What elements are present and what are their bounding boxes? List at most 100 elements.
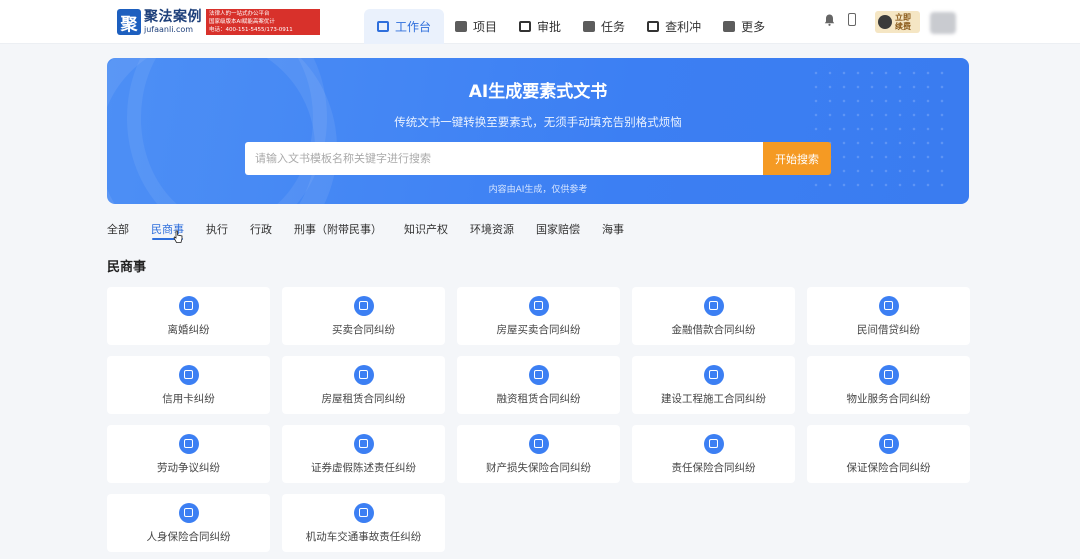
- icon-glyph: [709, 439, 718, 448]
- bell-icon[interactable]: [824, 14, 835, 26]
- section-title: 民商事: [107, 260, 147, 275]
- icon-glyph: [884, 370, 893, 379]
- user-avatar[interactable]: [930, 12, 956, 34]
- heart-shield-icon: [178, 295, 199, 316]
- case-type-card[interactable]: 融资租赁合同纠纷: [457, 356, 620, 414]
- logo-text: 聚法案例 jufaanli.com: [144, 10, 202, 34]
- card-label: 保证保险合同纠纷: [846, 461, 931, 474]
- banner-line-3: 电话：400-151-5455/173-0911: [209, 27, 293, 33]
- shield-icon: [703, 433, 724, 454]
- case-type-card[interactable]: 证券虚假陈述责任纠纷: [282, 425, 445, 483]
- vip-renew-button[interactable]: 立即 续费: [875, 11, 920, 33]
- template-search-input[interactable]: [245, 142, 763, 175]
- tab-8[interactable]: 海事: [602, 221, 624, 243]
- case-type-card[interactable]: 保证保险合同纠纷: [807, 425, 970, 483]
- logo-name: 聚法案例: [144, 9, 202, 25]
- tab-2[interactable]: 执行: [206, 221, 228, 243]
- case-type-card[interactable]: 信用卡纠纷: [107, 356, 270, 414]
- case-type-card[interactable]: 民间借贷纠纷: [807, 287, 970, 345]
- clipboard-icon: [878, 364, 899, 385]
- card-label: 金融借款合同纠纷: [671, 323, 756, 336]
- house-icon: [353, 364, 374, 385]
- nav-item-5[interactable]: 更多: [712, 9, 776, 44]
- icon-glyph: [184, 508, 193, 517]
- logo-mark: 聚: [117, 9, 141, 35]
- car-icon: [353, 502, 374, 523]
- case-type-card[interactable]: 买卖合同纠纷: [282, 287, 445, 345]
- tab-5[interactable]: 知识产权: [404, 221, 448, 243]
- icon-glyph: [184, 439, 193, 448]
- shield-icon: [878, 433, 899, 454]
- case-type-card[interactable]: 建设工程施工合同纠纷: [632, 356, 795, 414]
- nav-item-3[interactable]: 任务: [572, 9, 636, 44]
- card-label: 民间借贷纠纷: [857, 323, 920, 336]
- case-type-card[interactable]: 机动车交通事故责任纠纷: [282, 494, 445, 552]
- card-label: 房屋买卖合同纠纷: [496, 323, 581, 336]
- nav-item-label: 任务: [601, 20, 626, 34]
- building-icon: [703, 364, 724, 385]
- vip-line-2: 续费: [895, 22, 911, 31]
- card-label: 信用卡纠纷: [162, 392, 215, 405]
- monitor-icon: [377, 21, 389, 32]
- case-type-card[interactable]: 人身保险合同纠纷: [107, 494, 270, 552]
- case-type-card[interactable]: 责任保险合同纠纷: [632, 425, 795, 483]
- icon-glyph: [359, 439, 368, 448]
- hero-subtitle: 传统文书一键转换至要素式，无须手动填充告别格式烦恼: [394, 115, 682, 129]
- nav-item-label: 项目: [473, 20, 498, 34]
- nav-item-label: 更多: [741, 20, 766, 34]
- tab-6[interactable]: 环境资源: [470, 221, 514, 243]
- case-type-card[interactable]: 金融借款合同纠纷: [632, 287, 795, 345]
- hero-title: AI生成要素式文书: [468, 82, 608, 102]
- tab-3[interactable]: 行政: [250, 221, 272, 243]
- icon-glyph: [534, 370, 543, 379]
- banner-line-1: 法律人的一站式办公平台: [209, 11, 270, 17]
- case-type-card[interactable]: 离婚纠纷: [107, 287, 270, 345]
- card-label: 劳动争议纠纷: [157, 461, 220, 474]
- card-label: 房屋租赁合同纠纷: [321, 392, 406, 405]
- check-icon: [647, 21, 660, 32]
- tab-0[interactable]: 全部: [107, 221, 129, 243]
- icon-glyph: [534, 301, 543, 310]
- card-label: 买卖合同纠纷: [332, 323, 395, 336]
- tab-4[interactable]: 刑事（附带民事）: [294, 221, 382, 243]
- diamond-icon: [878, 15, 892, 29]
- icon-glyph: [359, 301, 368, 310]
- nav-item-4[interactable]: 查利冲: [636, 9, 712, 44]
- icon-glyph: [534, 439, 543, 448]
- nav-item-2[interactable]: 审批: [508, 9, 572, 44]
- mobile-icon[interactable]: [848, 13, 856, 26]
- case-type-card[interactable]: 物业服务合同纠纷: [807, 356, 970, 414]
- case-type-card[interactable]: 劳动争议纠纷: [107, 425, 270, 483]
- ai-document-hero: AI生成要素式文书 传统文书一键转换至要素式，无须手动填充告别格式烦恼 开始搜索…: [107, 58, 969, 204]
- icon-glyph: [184, 370, 193, 379]
- case-type-grid: 离婚纠纷 买卖合同纠纷 房屋买卖合同纠纷 金融借款合同纠纷 民间借贷纠纷信用卡纠纷 房屋租…: [107, 287, 970, 552]
- icon-glyph: [359, 370, 368, 379]
- mouse-cursor-icon: [173, 230, 183, 243]
- case-type-card[interactable]: 房屋租赁合同纠纷: [282, 356, 445, 414]
- logo-banner: 法律人的一站式办公平台 国家级版本AI赋能高案优计 电话：400-151-545…: [206, 9, 320, 35]
- card-icon: [178, 364, 199, 385]
- card-label: 物业服务合同纠纷: [846, 392, 931, 405]
- nav-item-label: 查利冲: [665, 20, 702, 34]
- icon-glyph: [709, 370, 718, 379]
- cycle-icon: [528, 364, 549, 385]
- shield-icon: [178, 502, 199, 523]
- document-icon: [703, 295, 724, 316]
- house-icon: [528, 295, 549, 316]
- ai-disclaimer: 内容由AI生成，仅供参考: [488, 185, 588, 195]
- card-label: 离婚纠纷: [167, 323, 210, 336]
- nav-item-1[interactable]: 项目: [444, 9, 508, 44]
- vip-text: 立即 续费: [895, 13, 911, 31]
- task-icon: [583, 21, 596, 32]
- case-type-card[interactable]: 财产损失保险合同纠纷: [457, 425, 620, 483]
- nav-item-0[interactable]: 工作台: [364, 9, 445, 44]
- icon-glyph: [884, 439, 893, 448]
- brand-logo[interactable]: 聚 聚法案例 jufaanli.com 法律人的一站式办公平台 国家级版本AI赋…: [117, 8, 320, 36]
- start-search-button[interactable]: 开始搜索: [763, 142, 831, 175]
- tab-7[interactable]: 国家赔偿: [536, 221, 580, 243]
- case-type-card[interactable]: 房屋买卖合同纠纷: [457, 287, 620, 345]
- icon-glyph: [359, 508, 368, 517]
- card-label: 财产损失保险合同纠纷: [486, 461, 591, 474]
- approval-icon: [519, 21, 532, 32]
- grid-icon: [723, 21, 736, 32]
